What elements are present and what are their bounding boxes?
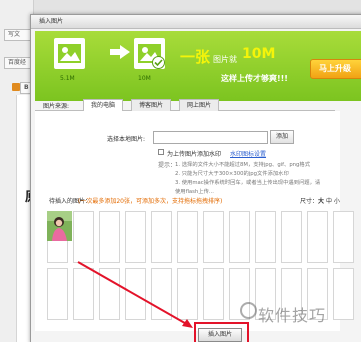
watermark-logo-icon [240, 302, 257, 319]
watermark-text: 软件技巧 [258, 306, 327, 325]
annotation-arrow [77, 261, 193, 328]
insert-image-button[interactable]: 插入图片 [198, 328, 242, 342]
